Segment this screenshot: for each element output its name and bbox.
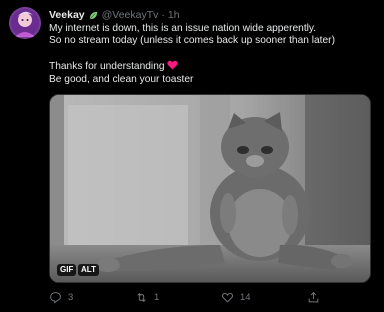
- like-count: 14: [240, 292, 251, 303]
- alt-badge[interactable]: ALT: [78, 264, 99, 276]
- heart-emoji-icon: [166, 60, 178, 70]
- retweet-count: 1: [154, 292, 160, 303]
- tweet-line-with-heart: Thanks for understanding: [49, 60, 379, 73]
- retweet-button[interactable]: 1: [135, 291, 159, 304]
- leaf-badge-icon: [89, 11, 97, 19]
- tweet-text: My internet is down, this is an issue na…: [49, 23, 379, 86]
- tweet-line: So no stream today (unless it comes back…: [49, 35, 335, 47]
- tweet-gif[interactable]: [49, 94, 371, 283]
- author-handle[interactable]: @VeekayTv: [102, 9, 159, 21]
- avatar[interactable]: [9, 7, 41, 39]
- tweet-line: Thanks for understanding: [49, 61, 165, 73]
- tweet-line: My internet is down, this is an issue na…: [49, 23, 317, 34]
- like-button[interactable]: 14: [221, 291, 251, 304]
- tweet-header: Veekay @VeekayTv · 1h: [49, 8, 180, 22]
- cat-gif-image: [50, 95, 370, 282]
- gif-badge: GIF: [57, 264, 77, 276]
- timestamp[interactable]: 1h: [168, 9, 180, 21]
- reply-count: 3: [68, 292, 74, 303]
- share-icon: [308, 291, 319, 303]
- author-name[interactable]: Veekay: [49, 9, 85, 21]
- reply-icon: [50, 292, 61, 304]
- tweet-line: Be good, and clean your toaster: [49, 73, 194, 85]
- separator-dot: ·: [161, 9, 165, 21]
- like-icon: [222, 292, 233, 303]
- retweet-icon: [137, 293, 146, 302]
- share-button[interactable]: [307, 291, 326, 304]
- reply-button[interactable]: 3: [49, 291, 73, 304]
- tweet-actions: 3 1 14: [49, 291, 371, 305]
